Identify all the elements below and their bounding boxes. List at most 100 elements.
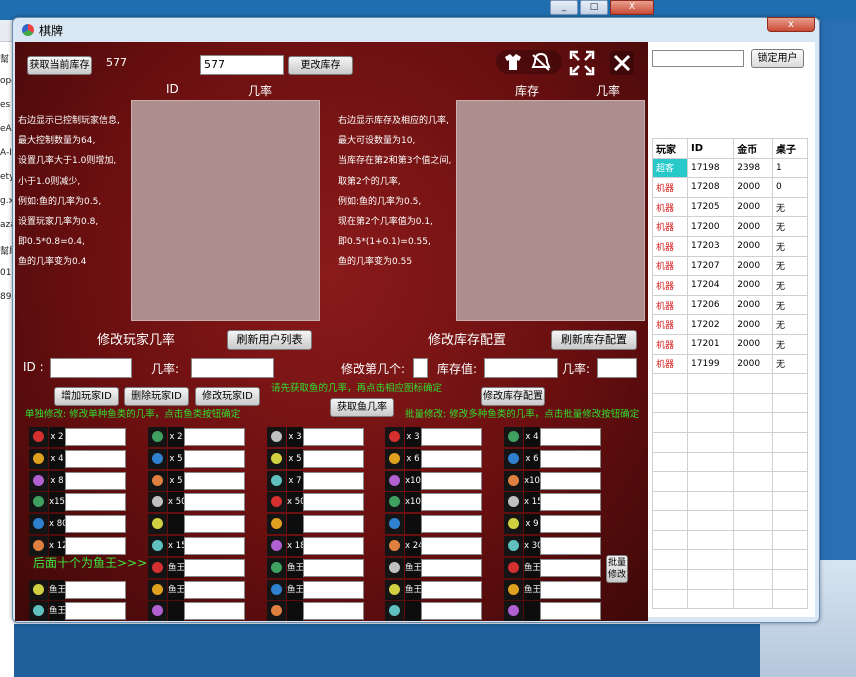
fish-rate-input[interactable] — [421, 580, 482, 599]
fish-icon[interactable] — [504, 448, 523, 469]
player-rate-input[interactable] — [191, 358, 274, 378]
fish-rate-input[interactable] — [303, 515, 364, 534]
fish-rate-input[interactable] — [65, 428, 126, 446]
modify-stock-config-button[interactable]: 修改库存配置 — [481, 387, 545, 406]
fish-icon[interactable] — [504, 514, 523, 535]
fish-icon[interactable] — [267, 536, 286, 556]
fish-icon[interactable] — [267, 470, 286, 491]
user-row[interactable]: 机器 17205 2000 无 — [652, 196, 809, 218]
fish-icon[interactable] — [267, 514, 286, 535]
fish-icon[interactable] — [385, 448, 404, 469]
fish-icon[interactable] — [148, 536, 167, 556]
delete-player-button[interactable]: 删除玩家ID — [124, 387, 189, 406]
fish-icon[interactable] — [385, 601, 404, 621]
fish-icon[interactable] — [504, 492, 523, 513]
fish-rate-input[interactable] — [65, 537, 126, 555]
fish-rate-input[interactable] — [303, 537, 364, 555]
fish-icon[interactable] — [267, 579, 286, 600]
fish-rate-input[interactable] — [540, 602, 601, 621]
fish-rate-input[interactable] — [303, 471, 364, 490]
fish-rate-input[interactable] — [303, 428, 364, 446]
fetch-fish-rate-button[interactable]: 获取鱼几率 — [330, 398, 394, 417]
shirt-icon[interactable] — [502, 53, 524, 71]
change-stock-button[interactable]: 更改库存 — [288, 56, 353, 75]
fish-icon[interactable] — [148, 492, 167, 513]
fish-icon[interactable] — [29, 601, 48, 621]
fish-icon[interactable] — [385, 427, 404, 447]
fish-icon[interactable] — [385, 492, 404, 513]
fish-icon[interactable] — [504, 557, 523, 578]
fish-icon[interactable] — [29, 427, 48, 447]
window-close-button[interactable]: x — [767, 17, 815, 32]
user-row[interactable]: 机器 17199 2000 无 — [652, 353, 809, 375]
close-icon[interactable] — [609, 50, 635, 76]
user-row[interactable]: 机器 17204 2000 无 — [652, 275, 809, 296]
fish-icon[interactable] — [267, 601, 286, 621]
fish-icon[interactable] — [148, 427, 167, 447]
fish-icon[interactable] — [148, 579, 167, 600]
fish-rate-input[interactable] — [540, 537, 601, 555]
fish-rate-input[interactable] — [184, 471, 245, 490]
fish-rate-input[interactable] — [184, 580, 245, 599]
fish-icon[interactable] — [267, 448, 286, 469]
fish-icon[interactable] — [148, 514, 167, 535]
fish-rate-input[interactable] — [184, 602, 245, 621]
player-list-panel[interactable] — [131, 100, 320, 321]
bg-minimize-button[interactable]: _ — [550, 0, 578, 15]
fish-icon[interactable] — [29, 514, 48, 535]
fish-rate-input[interactable] — [540, 580, 601, 599]
lock-user-input[interactable] — [652, 50, 744, 67]
fish-rate-input[interactable] — [65, 449, 126, 468]
refresh-user-list-button[interactable]: 刷新用户列表 — [227, 330, 312, 350]
fish-rate-input[interactable] — [421, 602, 482, 621]
user-row[interactable]: 机器 17200 2000 无 — [652, 216, 809, 237]
fish-rate-input[interactable] — [303, 558, 364, 577]
user-row[interactable]: 机器 17202 2000 无 — [652, 314, 809, 335]
bg-close-button[interactable]: X — [610, 0, 654, 15]
fish-rate-input[interactable] — [303, 580, 364, 599]
fish-icon[interactable] — [385, 536, 404, 556]
fish-rate-input[interactable] — [184, 537, 245, 555]
get-stock-button[interactable]: 获取当前库存 — [27, 56, 92, 75]
fish-icon[interactable] — [385, 557, 404, 578]
stock-input[interactable]: 577 — [200, 55, 284, 75]
user-row[interactable]: 机器 17206 2000 无 — [652, 294, 809, 316]
fish-rate-input[interactable] — [65, 515, 126, 534]
fish-rate-input[interactable] — [540, 493, 601, 512]
stock-rate-input[interactable] — [597, 358, 637, 378]
fish-rate-input[interactable] — [540, 515, 601, 534]
fish-icon[interactable] — [29, 579, 48, 600]
refresh-stock-config-button[interactable]: 刷新库存配置 — [551, 330, 637, 350]
fish-icon[interactable] — [504, 579, 523, 600]
fish-icon[interactable] — [504, 427, 523, 447]
fish-rate-input[interactable] — [421, 449, 482, 468]
fish-rate-input[interactable] — [184, 493, 245, 512]
fish-icon[interactable] — [504, 601, 523, 621]
fish-rate-input[interactable] — [540, 558, 601, 577]
fish-rate-input[interactable] — [184, 558, 245, 577]
fish-rate-input[interactable] — [421, 471, 482, 490]
fish-icon[interactable] — [504, 470, 523, 491]
fish-rate-input[interactable] — [65, 580, 126, 599]
fish-rate-input[interactable] — [540, 471, 601, 490]
fish-rate-input[interactable] — [421, 428, 482, 446]
which-index-input[interactable] — [413, 358, 428, 378]
fish-rate-input[interactable] — [184, 428, 245, 446]
stock-value-input[interactable] — [484, 358, 558, 378]
user-row[interactable]: 机器 17208 2000 0 — [652, 177, 809, 198]
fish-icon[interactable] — [385, 579, 404, 600]
fish-icon[interactable] — [29, 470, 48, 491]
fish-rate-input[interactable] — [303, 493, 364, 512]
user-row[interactable]: 机器 17201 2000 无 — [652, 333, 809, 355]
fish-icon[interactable] — [29, 492, 48, 513]
fish-icon[interactable] — [385, 514, 404, 535]
fish-rate-input[interactable] — [65, 493, 126, 512]
fish-rate-input[interactable] — [184, 515, 245, 534]
modify-player-button[interactable]: 修改玩家ID — [195, 387, 260, 406]
batch-modify-button[interactable]: 批量 修改 — [606, 555, 628, 583]
fish-rate-input[interactable] — [421, 515, 482, 534]
fish-icon[interactable] — [29, 536, 48, 556]
fish-rate-input[interactable] — [303, 449, 364, 468]
fish-icon[interactable] — [267, 492, 286, 513]
user-row[interactable]: 机器 17207 2000 无 — [652, 255, 809, 277]
